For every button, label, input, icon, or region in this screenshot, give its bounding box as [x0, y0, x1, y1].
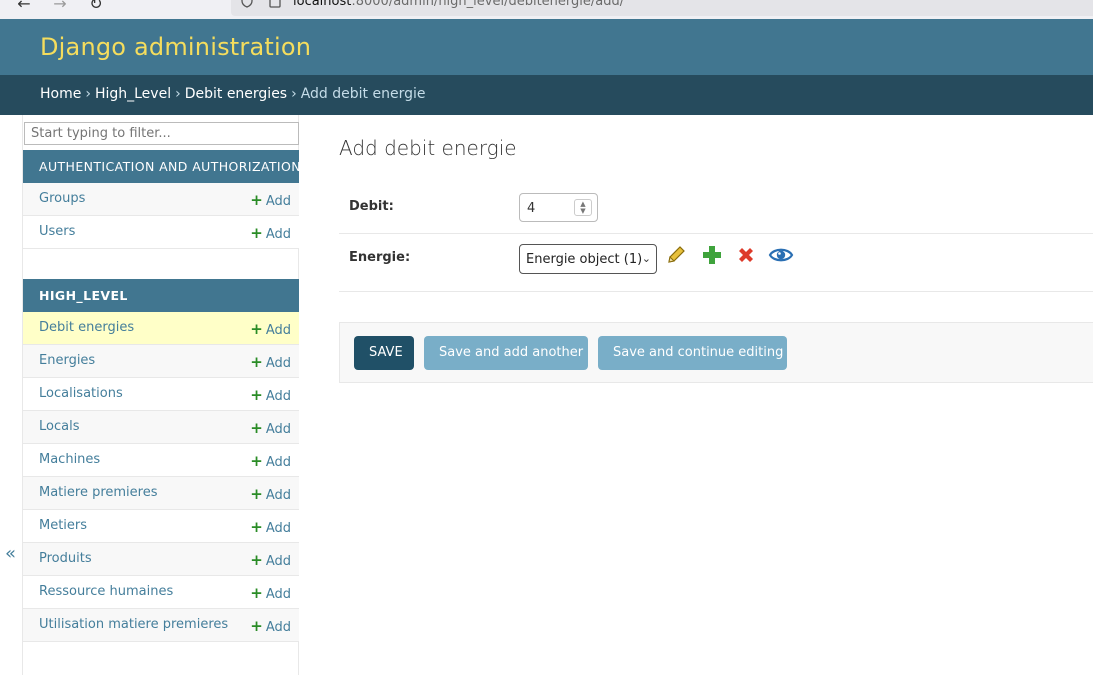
- sidebar-item-metiers: Metiers + Add: [23, 510, 299, 543]
- sidebar-item-energies: Energies + Add: [23, 345, 299, 378]
- breadcrumb-home[interactable]: Home: [40, 86, 81, 102]
- sidebar-item-label[interactable]: Metiers: [39, 518, 87, 533]
- energie-selected-value: Energie object (1): [526, 252, 643, 267]
- breadcrumb-app[interactable]: High_Level: [95, 86, 171, 102]
- breadcrumb-current: Add debit energie: [300, 86, 426, 102]
- pencil-icon[interactable]: [665, 244, 687, 273]
- plus-icon: +: [250, 419, 263, 437]
- debit-value: 4: [527, 201, 536, 216]
- sidebar-item-label[interactable]: Users: [39, 224, 75, 239]
- add-energies-link[interactable]: + Add: [250, 353, 291, 371]
- sidebar-item-localisations: Localisations + Add: [23, 378, 299, 411]
- sidebar-item-label[interactable]: Energies: [39, 353, 95, 368]
- sidebar-item-ressource-humaines: Ressource humaines + Add: [23, 576, 299, 609]
- add-debit-energies-link[interactable]: + Add: [250, 320, 291, 338]
- add-matiere-premieres-link[interactable]: + Add: [250, 485, 291, 503]
- add-groups-link[interactable]: + Add: [250, 191, 291, 209]
- add-ressource-humaines-link[interactable]: + Add: [250, 584, 291, 602]
- back-arrow-icon[interactable]: ←: [14, 0, 34, 14]
- browser-toolbar: ← → ↻ localhost:8000/admin/high_level/de…: [0, 0, 1093, 19]
- page-info-icon[interactable]: [269, 0, 281, 11]
- add-users-link[interactable]: + Add: [250, 224, 291, 242]
- add-localisations-link[interactable]: + Add: [250, 386, 291, 404]
- sidebar-item-label[interactable]: Debit energies: [39, 320, 134, 335]
- plus-icon: +: [250, 551, 263, 569]
- sidebar-item-label[interactable]: Machines: [39, 452, 100, 467]
- plus-icon: +: [250, 584, 263, 602]
- plus-icon: +: [250, 353, 263, 371]
- add-related-icon[interactable]: [701, 244, 723, 272]
- sidebar-item-groups: Groups + Add: [23, 183, 299, 216]
- plus-icon: +: [250, 518, 263, 536]
- plus-icon: +: [250, 320, 263, 338]
- add-metiers-link[interactable]: + Add: [250, 518, 291, 536]
- site-brand[interactable]: Django administration: [40, 33, 311, 61]
- url-text: localhost:8000/admin/high_level/debitene…: [293, 0, 625, 9]
- eye-icon[interactable]: [768, 244, 794, 273]
- sidebar-item-machines: Machines + Add: [23, 444, 299, 477]
- submit-row: SAVE Save and add another Save and conti…: [339, 322, 1093, 383]
- save-and-continue-button[interactable]: Save and continue editing: [598, 336, 787, 370]
- debit-label: Debit:: [349, 199, 394, 214]
- debit-form-row: Debit: 4 ▲ ▼: [339, 183, 1093, 234]
- save-button[interactable]: SAVE: [354, 336, 414, 370]
- module-caption-high-level[interactable]: HIGH_LEVEL: [23, 279, 299, 312]
- plus-icon: +: [250, 452, 263, 470]
- breadcrumb: Home › High_Level › Debit energies › Add debit…: [0, 75, 1093, 115]
- sidebar-item-label[interactable]: Produits: [39, 551, 92, 566]
- add-produits-link[interactable]: + Add: [250, 551, 291, 569]
- add-locals-link[interactable]: + Add: [250, 419, 291, 437]
- add-utilisation-matiere-premieres-link[interactable]: + Add: [250, 617, 291, 635]
- address-bar[interactable]: localhost:8000/admin/high_level/debitene…: [231, 0, 1093, 16]
- sidebar-item-label[interactable]: Localisations: [39, 386, 123, 401]
- sidebar-collapse-icon[interactable]: «: [5, 543, 16, 564]
- delete-related-icon[interactable]: [735, 244, 757, 274]
- breadcrumb-model[interactable]: Debit energies: [185, 86, 287, 102]
- energie-form-row: Energie: Energie object (1) ⌄: [339, 234, 1093, 292]
- chevron-down-icon: ⌄: [641, 252, 651, 265]
- sidebar-item-utilisation-matiere-premieres: Utilisation matiere premieres + Add: [23, 609, 299, 642]
- high-level-module: HIGH_LEVEL Debit energies + Add Energies …: [23, 279, 299, 642]
- auth-module: AUTHENTICATION AND AUTHORIZATION Groups …: [23, 150, 301, 249]
- sidebar-item-label[interactable]: Ressource humaines: [39, 584, 173, 599]
- sidebar-item-users: Users + Add: [23, 216, 299, 249]
- nav-filter-input[interactable]: [24, 122, 299, 145]
- sidebar-item-label[interactable]: Matiere premieres: [39, 485, 158, 500]
- plus-icon: +: [250, 224, 263, 242]
- add-machines-link[interactable]: + Add: [250, 452, 291, 470]
- save-and-add-another-button[interactable]: Save and add another: [424, 336, 588, 370]
- module-caption-auth[interactable]: AUTHENTICATION AND AUTHORIZATION: [23, 150, 301, 183]
- reload-icon[interactable]: ↻: [86, 0, 106, 14]
- sidebar-item-label[interactable]: Groups: [39, 191, 85, 206]
- debit-number-input[interactable]: 4 ▲ ▼: [519, 193, 598, 222]
- spinner-arrows-icon[interactable]: ▲ ▼: [574, 199, 592, 216]
- sidebar-item-locals: Locals + Add: [23, 411, 299, 444]
- plus-icon: +: [250, 191, 263, 209]
- sidebar-item-label[interactable]: Locals: [39, 419, 79, 434]
- page-title: Add debit energie: [339, 136, 517, 160]
- shield-icon[interactable]: [241, 0, 253, 11]
- forward-arrow-icon[interactable]: →: [50, 0, 70, 14]
- sidebar-item-debit-energies: Debit energies + Add: [23, 312, 299, 345]
- sidebar-item-label[interactable]: Utilisation matiere premieres: [39, 617, 228, 632]
- plus-icon: +: [250, 617, 263, 635]
- energie-label: Energie:: [349, 250, 411, 265]
- energie-select[interactable]: Energie object (1) ⌄: [519, 244, 657, 274]
- plus-icon: +: [250, 485, 263, 503]
- plus-icon: +: [250, 386, 263, 404]
- site-header: Django administration: [0, 19, 1093, 75]
- sidebar-item-produits: Produits + Add: [23, 543, 299, 576]
- nav-sidebar: AUTHENTICATION AND AUTHORIZATION Groups …: [22, 115, 301, 675]
- sidebar-item-matiere-premieres: Matiere premieres + Add: [23, 477, 299, 510]
